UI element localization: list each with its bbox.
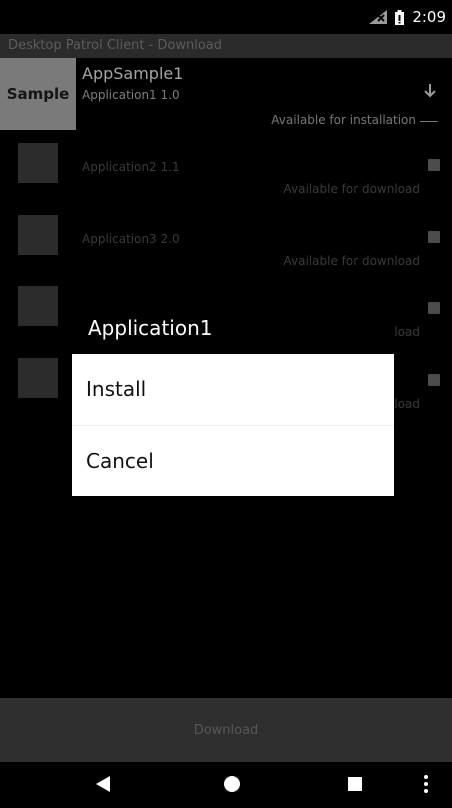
app-tile: Sample: [0, 58, 76, 130]
app-name: Application1 1.0: [82, 88, 180, 102]
list-item-app-1[interactable]: Sample AppSample1 Application1 1.0 Avail…: [0, 58, 452, 130]
cancel-option[interactable]: Cancel: [72, 425, 394, 496]
back-icon[interactable]: [96, 776, 110, 792]
more-icon[interactable]: [424, 775, 428, 793]
app-status: Available for download: [283, 182, 420, 196]
status-time: 2:09: [412, 8, 446, 26]
app-thumbnail: [18, 143, 58, 183]
app-status: Available for download: [283, 254, 420, 268]
app-title: AppSample1: [82, 64, 184, 83]
download-button[interactable]: Download: [0, 698, 452, 762]
checkbox[interactable]: [428, 374, 440, 386]
app-thumbnail: [18, 358, 58, 398]
app-thumbnail: [18, 286, 58, 326]
download-underline: [420, 121, 438, 122]
download-icon[interactable]: [424, 82, 436, 102]
app-title-bar: Desktop Patrol Client - Download: [0, 34, 452, 58]
checkbox[interactable]: [428, 231, 440, 243]
list-item-app-2[interactable]: Application2 1.1 Available for download: [0, 135, 452, 205]
app-name: Application2 1.1: [82, 160, 180, 174]
no-signal-icon: [369, 10, 388, 24]
checkbox[interactable]: [428, 302, 440, 314]
recents-icon[interactable]: [348, 777, 362, 791]
app-thumbnail: [18, 215, 58, 255]
home-icon[interactable]: [224, 776, 240, 792]
battery-icon: [395, 9, 405, 25]
list-item-app-3[interactable]: Application3 2.0 Available for download: [0, 207, 452, 277]
install-option[interactable]: Install: [72, 354, 394, 425]
status-bar: 2:09: [0, 0, 452, 34]
checkbox[interactable]: [428, 159, 440, 171]
dialog-title: Application1: [72, 296, 394, 354]
navigation-bar: [0, 762, 452, 808]
app-action-dialog: Application1 Install Cancel: [72, 296, 394, 496]
app-name: Application3 2.0: [82, 232, 180, 246]
app-status: Available for installation: [271, 113, 416, 127]
